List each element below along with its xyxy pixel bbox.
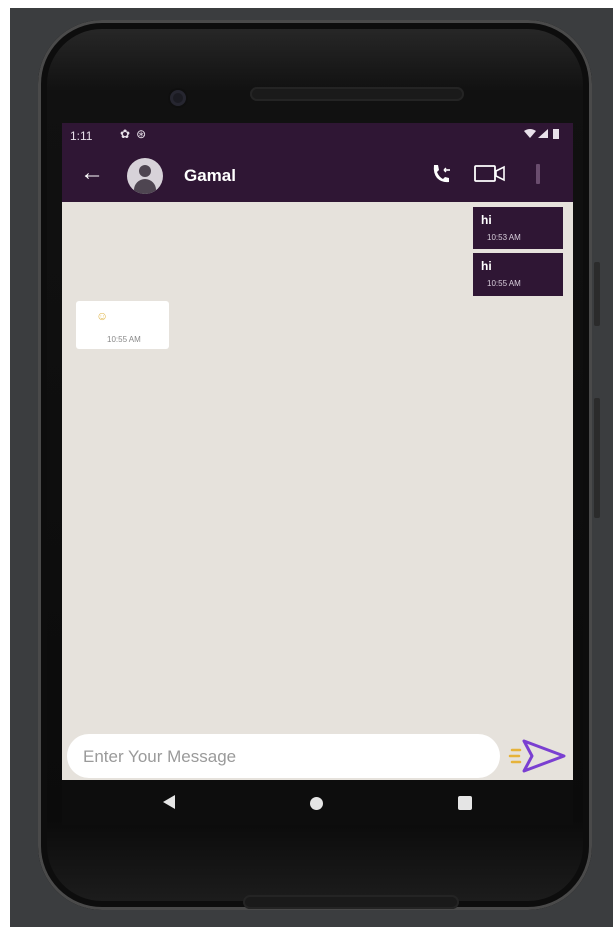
back-arrow-icon[interactable]: ← bbox=[80, 161, 104, 185]
incoming-message[interactable]: ☺ 10:55 AM bbox=[76, 301, 169, 349]
status-bar: 1:11 ✿⊛ bbox=[62, 123, 573, 150]
status-time: 1:11 bbox=[70, 129, 93, 143]
front-camera bbox=[170, 90, 186, 106]
signal-icon bbox=[538, 129, 548, 138]
home-circle-icon[interactable] bbox=[310, 797, 323, 810]
contact-name[interactable]: Gamal bbox=[184, 166, 236, 186]
outgoing-message[interactable]: hi 10:55 AM bbox=[473, 253, 563, 296]
message-input-container bbox=[67, 734, 500, 778]
more-options-icon[interactable] bbox=[534, 162, 542, 186]
message-time: 10:55 AM bbox=[487, 279, 521, 288]
back-triangle-icon[interactable] bbox=[162, 794, 176, 810]
earpiece-speaker bbox=[250, 87, 464, 101]
avatar-body bbox=[134, 179, 156, 194]
bottom-speaker bbox=[243, 895, 459, 909]
status-icons-left: ✿⊛ bbox=[120, 127, 152, 141]
message-input[interactable] bbox=[81, 742, 485, 772]
app-bar: ← Gamal bbox=[62, 150, 573, 202]
avatar-head bbox=[139, 165, 151, 177]
power-button bbox=[594, 262, 600, 326]
phone-screen: 1:11 ✿⊛ ← Gamal hi 10:53 AM hi 10:55 AM … bbox=[62, 123, 573, 780]
avatar[interactable] bbox=[127, 158, 163, 194]
send-icon[interactable] bbox=[508, 736, 568, 776]
volume-button bbox=[594, 398, 600, 518]
battery-icon bbox=[553, 129, 559, 139]
chat-area: hi 10:53 AM hi 10:55 AM ☺ 10:55 AM bbox=[62, 202, 573, 732]
message-text: hi bbox=[481, 213, 492, 227]
outgoing-message[interactable]: hi 10:53 AM bbox=[473, 207, 563, 249]
message-time: 10:53 AM bbox=[487, 233, 521, 242]
gear-icon: ✿ bbox=[120, 127, 137, 141]
video-call-icon[interactable] bbox=[474, 164, 506, 184]
emoji-icon: ☺ bbox=[96, 309, 109, 323]
message-text: hi bbox=[481, 259, 492, 273]
status-icons-right bbox=[523, 128, 563, 143]
recents-square-icon[interactable] bbox=[458, 796, 472, 810]
data-saver-icon: ⊛ bbox=[136, 127, 153, 141]
message-time: 10:55 AM bbox=[107, 335, 141, 344]
phone-call-icon[interactable] bbox=[430, 162, 452, 186]
system-nav-bar bbox=[62, 780, 573, 825]
wifi-icon bbox=[524, 129, 536, 138]
